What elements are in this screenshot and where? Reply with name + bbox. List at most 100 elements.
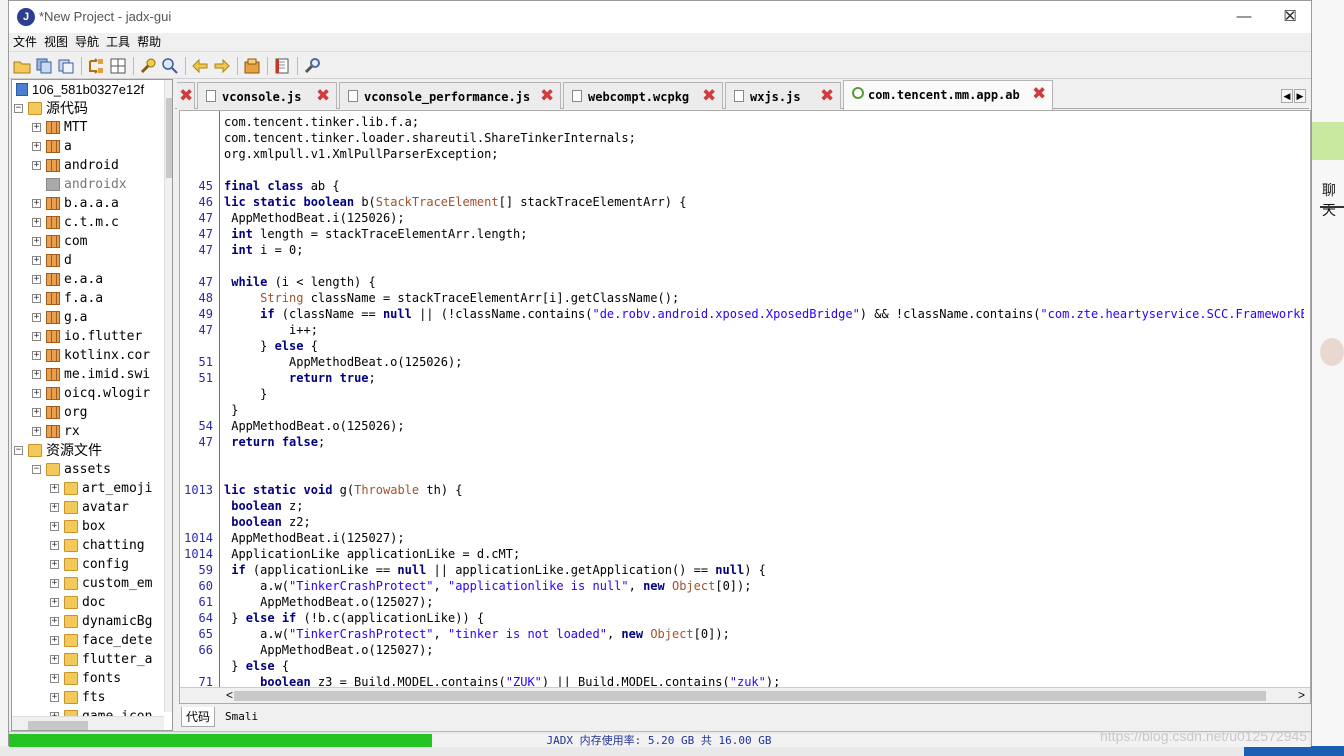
tree-vertical-scroll-thumb[interactable] (166, 98, 172, 178)
tab-smali[interactable]: Smali (221, 707, 262, 727)
close-icon[interactable]: ✖ (540, 84, 554, 109)
code-line[interactable]: AppMethodBeat.i(125026); (224, 210, 404, 226)
code-line[interactable]: if (applicationLike == null || applicati… (224, 562, 766, 578)
expand-icon[interactable]: + (32, 199, 41, 208)
tab-webcompt-wcpkg[interactable]: webcompt.wcpkg ✖ (563, 82, 723, 109)
expand-icon[interactable]: + (32, 408, 41, 417)
expand-icon[interactable]: + (50, 693, 59, 702)
tree-horizontal-scroll-thumb[interactable] (28, 721, 88, 730)
code-line[interactable]: AppMethodBeat.o(125026); (224, 354, 462, 370)
code-line[interactable]: boolean z3 = Build.MODEL.contains("ZUK")… (224, 674, 780, 687)
expand-icon[interactable]: + (32, 351, 41, 360)
back-icon[interactable] (191, 57, 209, 75)
collapse-icon[interactable]: − (14, 104, 23, 113)
code-editor[interactable]: 45 46 47 47 47 47 48 49 47 51 51 54 47 1013 1014 1014 59… (179, 110, 1311, 704)
tab-code[interactable]: 代码 (181, 707, 216, 727)
tree-vertical-scrollbar[interactable] (164, 80, 172, 712)
expand-icon[interactable]: + (32, 123, 41, 132)
expand-icon[interactable]: + (50, 655, 59, 664)
tab-vconsole-js[interactable]: vconsole.js ✖ (197, 82, 337, 109)
menu-tools[interactable]: 工具 (102, 33, 133, 51)
code-line[interactable]: final class ab { (224, 178, 340, 194)
expand-icon[interactable]: + (32, 313, 41, 322)
tree-horizontal-scrollbar[interactable] (12, 716, 164, 730)
expand-icon[interactable]: + (50, 522, 59, 531)
expand-icon[interactable]: + (50, 541, 59, 550)
log-icon[interactable] (273, 57, 291, 75)
expand-icon[interactable]: + (50, 484, 59, 493)
menu-help[interactable]: 帮助 (133, 33, 164, 51)
expand-icon[interactable]: + (50, 503, 59, 512)
close-icon[interactable]: ✖ (179, 84, 193, 109)
expand-icon[interactable]: + (32, 161, 41, 170)
expand-icon[interactable]: + (50, 636, 59, 645)
expand-icon[interactable]: + (32, 142, 41, 151)
code-line[interactable]: com.tencent.tinker.lib.f.a; (224, 114, 419, 130)
expand-icon[interactable]: + (32, 256, 41, 265)
close-icon[interactable]: ✖ (702, 84, 716, 109)
menu-view[interactable]: 视图 (40, 33, 71, 51)
tab-overflow-left[interactable]: ✖ (177, 82, 195, 109)
code-line[interactable]: int length = stackTraceElementArr.length… (224, 226, 527, 242)
collapse-icon[interactable]: − (32, 465, 41, 474)
code-line[interactable]: } (224, 386, 267, 402)
save-all-icon[interactable] (35, 57, 53, 75)
expand-icon[interactable]: + (50, 560, 59, 569)
expand-icon[interactable]: + (32, 370, 41, 379)
code-line[interactable]: ApplicationLike applicationLike = d.cMT; (224, 546, 520, 562)
code-area[interactable]: com.tencent.tinker.lib.f.a; com.tencent.t… (224, 111, 1304, 687)
export-icon[interactable] (57, 57, 75, 75)
expand-icon[interactable]: + (32, 294, 41, 303)
close-icon[interactable]: ✖ (316, 84, 330, 109)
expand-icon[interactable]: + (50, 617, 59, 626)
deobfuscate-icon[interactable] (243, 57, 261, 75)
code-line[interactable]: lic static void g(Throwable th) { (224, 482, 463, 498)
code-line[interactable]: return false; (224, 434, 325, 450)
code-line[interactable]: lic static boolean b(StackTraceElement[]… (224, 194, 686, 210)
tab-scroll-right-button[interactable]: ▶ (1294, 89, 1306, 103)
expand-icon[interactable]: + (32, 237, 41, 246)
tab-com-tencent-mm-app-ab[interactable]: com.tencent.mm.app.ab ✖ (843, 80, 1053, 110)
expand-icon[interactable]: + (32, 218, 41, 227)
minimize-button[interactable]: — (1221, 1, 1267, 33)
open-file-icon[interactable] (13, 57, 31, 75)
code-line[interactable]: } else if (!b.c(applicationLike)) { (224, 610, 484, 626)
scroll-left-arrow[interactable]: < (226, 688, 233, 702)
flatten-packages-icon[interactable] (109, 57, 127, 75)
menu-navigation[interactable]: 导航 (71, 33, 102, 51)
code-line[interactable]: i++; (224, 322, 318, 338)
search-icon[interactable] (161, 57, 179, 75)
close-button[interactable]: ✕ (1267, 1, 1313, 33)
expand-icon[interactable]: + (32, 389, 41, 398)
code-line[interactable]: String className = stackTraceElementArr[… (224, 290, 679, 306)
code-line[interactable]: AppMethodBeat.o(125027); (224, 642, 433, 658)
tab-vconsole-performance-js[interactable]: vconsole_performance.js ✖ (339, 82, 561, 109)
code-line[interactable]: if (className == null || (!className.con… (224, 306, 1304, 322)
collapse-icon[interactable]: − (14, 446, 23, 455)
expand-icon[interactable]: + (32, 427, 41, 436)
code-line[interactable]: a.w("TinkerCrashProtect", "tinker is not… (224, 626, 730, 642)
search-text-icon[interactable] (139, 57, 157, 75)
scroll-right-arrow[interactable]: > (1298, 688, 1305, 702)
close-icon[interactable]: ✖ (820, 84, 834, 109)
tab-wxjs-js[interactable]: wxjs.js ✖ (725, 82, 841, 109)
code-line[interactable]: } (224, 402, 238, 418)
code-line[interactable]: a.w("TinkerCrashProtect", "applicationli… (224, 578, 751, 594)
code-line[interactable]: com.tencent.tinker.loader.shareutil.Shar… (224, 130, 636, 146)
code-horizontal-scroll-thumb[interactable] (234, 691, 1266, 701)
expand-icon[interactable]: + (32, 275, 41, 284)
code-line[interactable]: AppMethodBeat.o(125027); (224, 594, 433, 610)
expand-icon[interactable]: + (50, 579, 59, 588)
code-line[interactable]: while (i < length) { (224, 274, 376, 290)
code-line[interactable]: AppMethodBeat.i(125027); (224, 530, 404, 546)
code-horizontal-scrollbar[interactable]: < > (180, 687, 1310, 703)
sync-tree-icon[interactable] (87, 57, 105, 75)
expand-icon[interactable]: + (32, 332, 41, 341)
code-line[interactable]: return true; (224, 370, 376, 386)
preferences-icon[interactable] (303, 57, 321, 75)
forward-icon[interactable] (213, 57, 231, 75)
expand-icon[interactable]: + (50, 674, 59, 683)
tab-scroll-left-button[interactable]: ◀ (1281, 89, 1293, 103)
close-icon[interactable]: ✖ (1032, 82, 1046, 107)
code-line[interactable]: int i = 0; (224, 242, 303, 258)
